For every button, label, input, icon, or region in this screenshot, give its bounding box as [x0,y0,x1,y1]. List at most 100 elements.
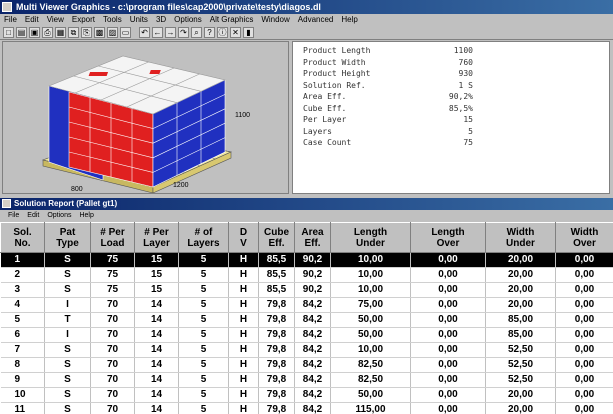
report-menu-item-edit[interactable]: Edit [27,212,39,219]
column-header[interactable]: Sol. No. [0,222,45,253]
report-title: Solution Report (Pallet gt1) [14,199,118,208]
undo-icon[interactable]: ↶ [139,27,150,38]
table-row[interactable]: 2 S 75 15 5 H 85,5 90,2 10,00 0,00 20,00 0,00 [0,267,613,283]
column-header[interactable]: DV [228,222,259,253]
preview-icon[interactable]: ▦ [55,27,66,38]
column-header[interactable]: Length Over [410,222,486,253]
table-row[interactable]: 4 I 70 14 5 H 79,8 84,2 75,00 0,00 20,00 0,00 [0,297,613,313]
right-arrow-icon[interactable]: → [165,27,176,38]
table-cell: 0,00 [555,387,613,403]
table-row[interactable]: 10 S 70 14 5 H 79,8 84,2 50,00 0,00 20,00 0,00 [0,387,613,403]
table-row[interactable]: 11 S 70 14 5 H 79,8 84,2 115,00 0,00 20,00 0,00 [0,402,613,414]
table-cell: H [228,312,259,328]
table-cell: 20,00 [485,282,556,298]
column-header[interactable]: Length Under [330,222,411,253]
menu-item-advanced[interactable]: Advanced [298,15,334,24]
pallet-icon[interactable]: ▭ [120,27,131,38]
table-row[interactable]: 1 S 75 15 5 H 85,5 90,2 10,00 0,00 20,00 0,00 [0,252,613,268]
image-icon[interactable]: ▨ [107,27,118,38]
table-cell: 14 [134,357,179,373]
copy-icon[interactable]: ⧉ [68,27,79,38]
table-cell: 85,5 [258,282,295,298]
print-icon[interactable]: ⎙ [42,27,53,38]
table-cell: I [44,327,91,343]
summary-value: 1100 [453,46,473,55]
menu-item-tools[interactable]: Tools [103,15,122,24]
menu-item-window[interactable]: Window [261,15,289,24]
table-cell: 0,00 [555,327,613,343]
menu-item-export[interactable]: Export [72,15,95,24]
column-header[interactable]: Width Over [555,222,613,253]
table-cell: 82,50 [330,372,411,388]
table-row[interactable]: 3 S 75 15 5 H 85,5 90,2 10,00 0,00 20,00 0,00 [0,282,613,298]
summary-label: Layers [303,126,332,136]
table-cell: 2 [0,267,45,283]
zoom-icon[interactable]: ⌕ [191,27,202,38]
grid-icon[interactable]: ▩ [94,27,105,38]
menu-item-file[interactable]: File [4,15,17,24]
info-icon[interactable]: ⓘ [217,27,228,38]
table-cell: 10,00 [330,267,411,283]
table-cell: 14 [134,297,179,313]
column-header[interactable]: # Per Load [90,222,135,253]
table-cell: 0,00 [410,402,486,414]
table-header-row: Sol. No. Pat Type # Per Load # Per Layer # of Lay… [0,222,613,253]
table-cell: 84,2 [294,327,331,343]
column-header[interactable]: Pat Type [44,222,91,253]
report-menu-item-help[interactable]: Help [79,212,93,219]
column-header[interactable]: Cube Eff. [258,222,295,253]
table-cell: 0,00 [410,357,486,373]
table-cell: S [44,282,91,298]
table-cell: 4 [0,297,45,313]
close-icon[interactable]: ✕ [230,27,241,38]
menu-item-edit[interactable]: Edit [25,15,39,24]
menu-item-help[interactable]: Help [341,15,357,24]
table-cell: 90,2 [294,267,331,283]
summary-label: Case Count [303,138,352,147]
left-arrow-icon[interactable]: ← [152,27,163,38]
paste-icon[interactable]: ⎘ [81,27,92,38]
menu-item-options[interactable]: Options [174,15,202,24]
solution-summary-panel: Product Length 1100 Product Width 760 Produc… [292,41,610,194]
table-row[interactable]: 6 I 70 14 5 H 79,8 84,2 50,00 0,00 85,00 0,00 [0,327,613,343]
book-icon[interactable]: ▮ [243,27,254,38]
table-row[interactable]: 7 S 70 14 5 H 79,8 84,2 10,00 0,00 52,50 0,00 [0,342,613,358]
column-header[interactable]: Width Under [485,222,556,253]
table-cell: 75 [90,252,135,268]
table-cell: 3 [0,282,45,298]
menu-item-view[interactable]: View [47,15,64,24]
redo-icon[interactable]: ↷ [178,27,189,38]
table-cell: 14 [134,387,179,403]
table-row[interactable]: 8 S 70 14 5 H 79,8 84,2 82,50 0,00 52,50 0,00 [0,357,613,373]
summary-label: Per Layer [303,115,347,124]
save-icon[interactable]: ▣ [29,27,40,38]
report-menu-item-file[interactable]: File [8,212,19,219]
menu-item-3d[interactable]: 3D [156,15,166,24]
column-header[interactable]: # of Layers [178,222,229,253]
new-icon[interactable]: □ [3,27,14,38]
table-cell: 70 [90,372,135,388]
dim-depth-label: 800 [71,186,83,193]
report-menu-item-options[interactable]: Options [47,212,71,219]
table-cell: 115,00 [330,402,411,414]
window-title-bar: Multi Viewer Graphics - c:\program files… [0,0,613,14]
table-cell: 70 [90,357,135,373]
pallet-3d-view[interactable]: 1100 800 1200 [2,41,289,194]
menu-item-alt-graphics[interactable]: Alt Graphics [210,15,254,24]
table-cell: 0,00 [410,327,486,343]
column-header[interactable]: Area Eff. [294,222,331,253]
open-icon[interactable]: ▤ [16,27,27,38]
help-icon[interactable]: ? [204,27,215,38]
table-cell: 70 [90,327,135,343]
column-header[interactable]: # Per Layer [134,222,179,253]
solution-table[interactable]: Sol. No. Pat Type # Per Load # Per Layer # of Lay… [0,222,613,414]
table-cell: 84,2 [294,312,331,328]
table-row[interactable]: 5 T 70 14 5 H 79,8 84,2 50,00 0,00 85,00 0,00 [0,312,613,328]
table-row[interactable]: 9 S 70 14 5 H 79,8 84,2 82,50 0,00 52,50 0,00 [0,372,613,388]
table-cell: 50,00 [330,327,411,343]
table-cell: S [44,402,91,414]
menu-item-units[interactable]: Units [130,15,148,24]
dim-width-label: 1100 [235,112,251,119]
table-cell: S [44,342,91,358]
table-cell: 79,8 [258,357,295,373]
